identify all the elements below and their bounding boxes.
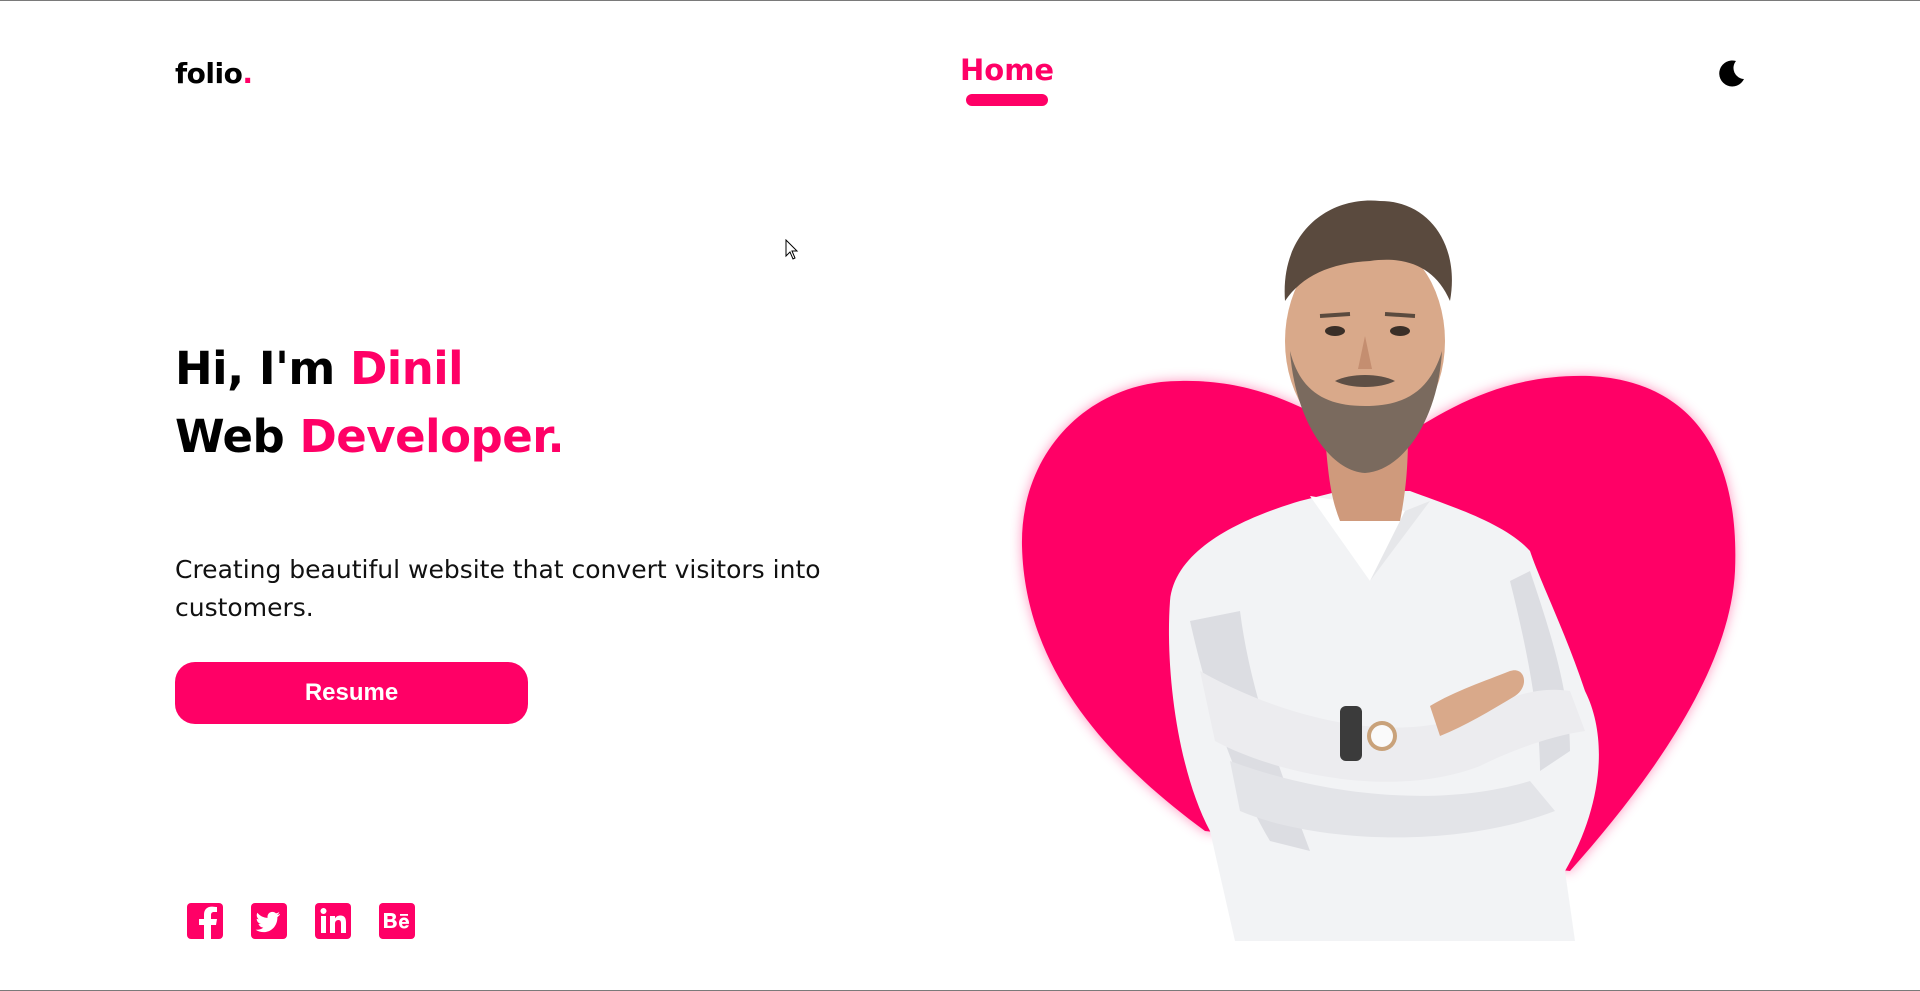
hero-role: Web Developer. xyxy=(175,414,565,459)
logo[interactable]: folio. xyxy=(175,57,253,90)
role-accent-text: Developer. xyxy=(299,410,565,463)
behance-icon[interactable] xyxy=(379,903,415,939)
twitter-icon[interactable] xyxy=(251,903,287,939)
theme-toggle-button[interactable] xyxy=(1716,57,1748,89)
hero-greeting: Hi, I'm Dinil xyxy=(175,346,464,391)
social-links xyxy=(187,903,415,939)
hero-subtitle: Creating beautiful website that convert … xyxy=(175,555,821,622)
mouse-cursor-icon xyxy=(785,239,799,260)
nav-home-link[interactable]: Home xyxy=(960,53,1054,87)
logo-dot: . xyxy=(242,57,253,90)
role-text: Web xyxy=(175,410,300,463)
hero-name: Dinil xyxy=(349,342,464,395)
hero-portrait xyxy=(1021,200,1736,941)
greeting-text: Hi, I'm xyxy=(175,342,350,395)
nav-active-indicator xyxy=(966,94,1048,106)
moon-icon xyxy=(1719,60,1744,87)
resume-button[interactable]: Resume xyxy=(175,662,528,724)
linkedin-icon[interactable] xyxy=(315,903,351,939)
page: folio. Home Hi, I'm Dinil Web Developer.… xyxy=(0,0,1920,991)
logo-text: folio xyxy=(175,57,243,90)
facebook-icon[interactable] xyxy=(187,903,223,939)
